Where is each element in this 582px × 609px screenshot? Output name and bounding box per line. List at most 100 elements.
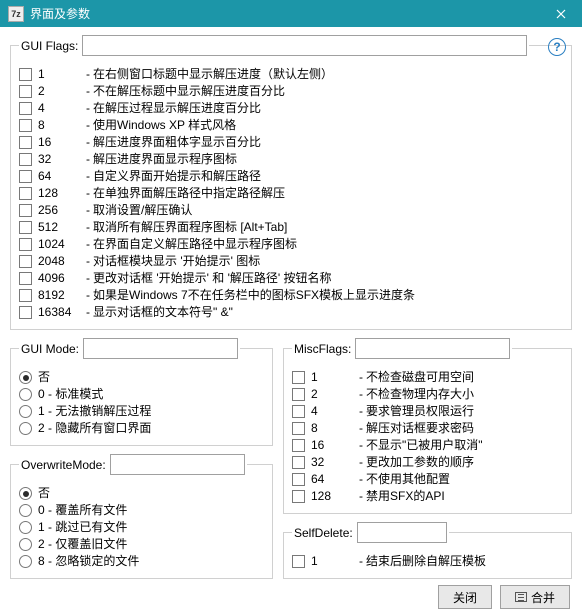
option-row: 512- 取消所有解压界面程序图标 [Alt+Tab] <box>19 219 563 236</box>
option-row: 32- 解压进度界面显示程序图标 <box>19 151 563 168</box>
option-value: 4 <box>311 403 359 420</box>
selfdelete-input[interactable] <box>357 522 447 543</box>
option-value: 16 <box>38 134 86 151</box>
checkbox[interactable] <box>19 187 32 200</box>
option-row: 4- 在解压过程显示解压进度百分比 <box>19 100 563 117</box>
close-icon[interactable] <box>540 0 582 27</box>
miscflags-group: MiscFlags: 1- 不检查磁盘可用空间2- 不检查物理内存大小4- 要求… <box>283 338 572 514</box>
option-row: 16- 不显示"已被用户取消" <box>292 437 563 454</box>
checkbox[interactable] <box>19 68 32 81</box>
checkbox[interactable] <box>19 272 32 285</box>
checkbox[interactable] <box>19 85 32 98</box>
radio[interactable] <box>19 521 32 534</box>
option-row: 8192- 如果是Windows 7不在任务栏中的图标SFX模板上显示进度条 <box>19 287 563 304</box>
option-label: 2 - 隐藏所有窗口界面 <box>38 420 151 437</box>
option-value: 8 <box>311 420 359 437</box>
option-value: 4096 <box>38 270 86 287</box>
checkbox[interactable] <box>19 102 32 115</box>
checkbox[interactable] <box>292 473 305 486</box>
option-row: 2048- 对话框模块显示 '开始提示' 图标 <box>19 253 563 270</box>
option-row: 1 - 跳过已有文件 <box>19 519 264 536</box>
option-row: 1- 不检查磁盘可用空间 <box>292 369 563 386</box>
option-row: 1- 结束后删除自解压模板 <box>292 553 563 570</box>
checkbox[interactable] <box>292 555 305 568</box>
option-value: 512 <box>38 219 86 236</box>
checkbox[interactable] <box>292 456 305 469</box>
option-value: 32 <box>311 454 359 471</box>
option-row: 128- 在单独界面解压路径中指定路径解压 <box>19 185 563 202</box>
option-label: 对话框模块显示 '开始提示' 图标 <box>93 253 260 270</box>
checkbox[interactable] <box>292 490 305 503</box>
radio[interactable] <box>19 388 32 401</box>
option-label: 不检查物理内存大小 <box>366 386 474 403</box>
option-label: 不在解压标题中显示解压进度百分比 <box>93 83 285 100</box>
checkbox[interactable] <box>292 371 305 384</box>
option-label: 在单独界面解压路径中指定路径解压 <box>93 185 285 202</box>
option-row: 4- 要求管理员权限运行 <box>292 403 563 420</box>
option-row: 8 - 忽略锁定的文件 <box>19 553 264 570</box>
option-label: 解压对话框要求密码 <box>366 420 474 437</box>
option-label: 禁用SFX的API <box>366 488 445 505</box>
option-value: 2 <box>38 83 86 100</box>
option-value: 8192 <box>38 287 86 304</box>
radio[interactable] <box>19 538 32 551</box>
footer: 关闭 合并 <box>10 579 572 609</box>
option-label: 在右侧窗口标题中显示解压进度（默认左侧） <box>93 66 333 83</box>
checkbox[interactable] <box>19 119 32 132</box>
option-value: 2 <box>311 386 359 403</box>
checkbox[interactable] <box>19 136 32 149</box>
radio[interactable] <box>19 487 32 500</box>
option-label: 不检查磁盘可用空间 <box>366 369 474 386</box>
checkbox[interactable] <box>19 238 32 251</box>
option-row: 128- 禁用SFX的API <box>292 488 563 505</box>
option-value: 16 <box>311 437 359 454</box>
selfdelete-label: SelfDelete: <box>294 526 353 540</box>
option-row: 8- 解压对话框要求密码 <box>292 420 563 437</box>
checkbox[interactable] <box>19 289 32 302</box>
close-button[interactable]: 关闭 <box>438 585 492 609</box>
radio[interactable] <box>19 504 32 517</box>
checkbox[interactable] <box>19 153 32 166</box>
option-row: 0 - 覆盖所有文件 <box>19 502 264 519</box>
checkbox[interactable] <box>19 221 32 234</box>
merge-button[interactable]: 合并 <box>500 585 570 609</box>
option-label: 在界面自定义解压路径中显示程序图标 <box>93 236 297 253</box>
option-label: 要求管理员权限运行 <box>366 403 474 420</box>
option-label: 在解压过程显示解压进度百分比 <box>93 100 261 117</box>
option-label: 使用Windows XP 样式风格 <box>93 117 236 134</box>
checkbox[interactable] <box>292 388 305 401</box>
option-row: 256- 取消设置/解压确认 <box>19 202 563 219</box>
option-label: 显示对话框的文本符号" &" <box>93 304 233 321</box>
option-label: 如果是Windows 7不在任务栏中的图标SFX模板上显示进度条 <box>93 287 415 304</box>
overwrite-input[interactable] <box>110 454 245 475</box>
option-label: 更改加工参数的顺序 <box>366 454 474 471</box>
app-icon: 7z <box>8 6 24 22</box>
option-value: 256 <box>38 202 86 219</box>
gui-mode-group: GUI Mode: 否0 - 标准模式1 - 无法撤销解压过程2 - 隐藏所有窗… <box>10 338 273 446</box>
option-label: 2 - 仅覆盖旧文件 <box>38 536 127 553</box>
checkbox[interactable] <box>292 405 305 418</box>
option-row: 4096- 更改对话框 '开始提示' 和 '解压路径' 按钮名称 <box>19 270 563 287</box>
selfdelete-group: SelfDelete: 1- 结束后删除自解压模板 <box>283 522 572 579</box>
gui-flags-input[interactable] <box>82 35 527 56</box>
radio[interactable] <box>19 555 32 568</box>
radio[interactable] <box>19 422 32 435</box>
checkbox[interactable] <box>19 204 32 217</box>
option-label: 8 - 忽略锁定的文件 <box>38 553 139 570</box>
option-label: 1 - 跳过已有文件 <box>38 519 127 536</box>
checkbox[interactable] <box>292 422 305 435</box>
option-label: 解压进度界面显示程序图标 <box>93 151 237 168</box>
option-label: 解压进度界面粗体字显示百分比 <box>93 134 261 151</box>
miscflags-input[interactable] <box>355 338 510 359</box>
option-value: 2048 <box>38 253 86 270</box>
gui-mode-input[interactable] <box>83 338 238 359</box>
option-value: 1 <box>311 369 359 386</box>
radio[interactable] <box>19 371 32 384</box>
checkbox[interactable] <box>19 255 32 268</box>
option-row: 16- 解压进度界面粗体字显示百分比 <box>19 134 563 151</box>
checkbox[interactable] <box>19 170 32 183</box>
checkbox[interactable] <box>292 439 305 452</box>
radio[interactable] <box>19 405 32 418</box>
checkbox[interactable] <box>19 306 32 319</box>
help-icon[interactable]: ? <box>548 38 566 56</box>
